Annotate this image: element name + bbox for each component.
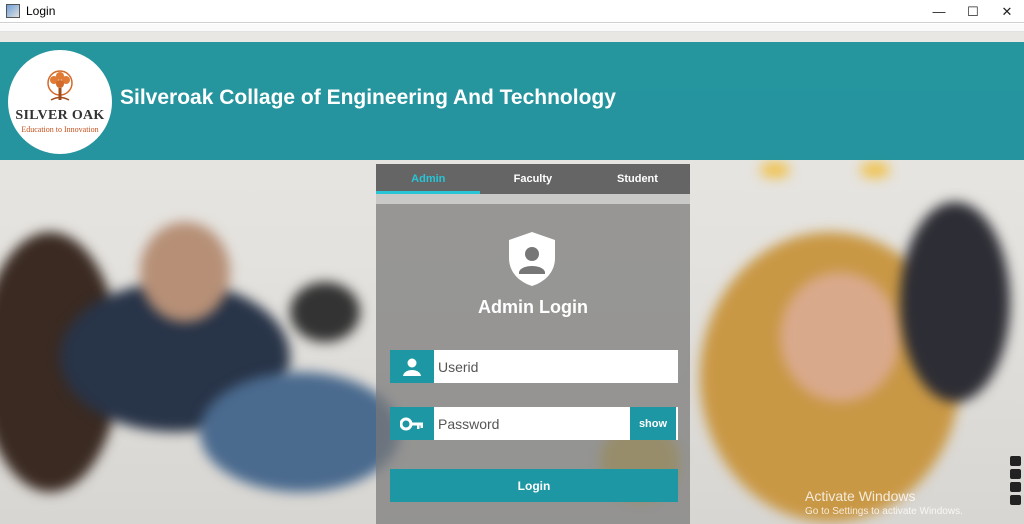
- user-icon: [390, 350, 434, 383]
- app-icon: [6, 4, 20, 18]
- show-password-button[interactable]: show: [630, 407, 676, 440]
- login-title: Admin Login: [478, 297, 588, 317]
- login-panel: Admin Faculty Student Admin Login show L…: [376, 164, 690, 524]
- logo-tagline: Education to Innovation: [21, 125, 99, 134]
- video-icon[interactable]: [1010, 469, 1021, 479]
- userid-field: [390, 350, 678, 383]
- password-field: show: [390, 407, 678, 440]
- watermark-subtitle: Go to Settings to activate Windows.: [805, 506, 963, 517]
- copy-icon[interactable]: [1010, 482, 1021, 492]
- menu-strip: [0, 24, 1024, 32]
- userid-input[interactable]: [434, 351, 676, 382]
- role-tabs: Admin Faculty Student: [376, 164, 690, 194]
- tab-faculty[interactable]: Faculty: [481, 164, 586, 194]
- college-name: Silveroak Collage of Engineering And Tec…: [120, 86, 616, 109]
- camera-icon[interactable]: [1010, 456, 1021, 466]
- activation-watermark: Activate Windows Go to Settings to activ…: [805, 488, 963, 517]
- minimize-button[interactable]: —: [922, 0, 956, 23]
- window-controls: — ☐ ✕: [922, 0, 1024, 23]
- maximize-button[interactable]: ☐: [956, 0, 990, 23]
- watermark-title: Activate Windows: [805, 488, 916, 504]
- settings-gear-icon[interactable]: [1010, 495, 1021, 505]
- college-logo: SILVER OAK Education to Innovation: [8, 50, 112, 154]
- side-toolbar: [1007, 456, 1024, 522]
- window-title: Login: [26, 4, 56, 18]
- tab-divider: [376, 194, 690, 204]
- tree-logo-icon: [47, 70, 73, 101]
- shield-user-icon: [509, 232, 555, 286]
- tab-student[interactable]: Student: [585, 164, 690, 194]
- password-input[interactable]: [434, 408, 630, 439]
- login-button[interactable]: Login: [390, 469, 678, 502]
- tab-admin[interactable]: Admin: [376, 164, 481, 194]
- close-button[interactable]: ✕: [990, 0, 1024, 23]
- logo-brand-text: SILVER OAK: [15, 108, 105, 123]
- window-titlebar: Login — ☐ ✕: [0, 0, 1024, 23]
- key-icon: [390, 407, 434, 440]
